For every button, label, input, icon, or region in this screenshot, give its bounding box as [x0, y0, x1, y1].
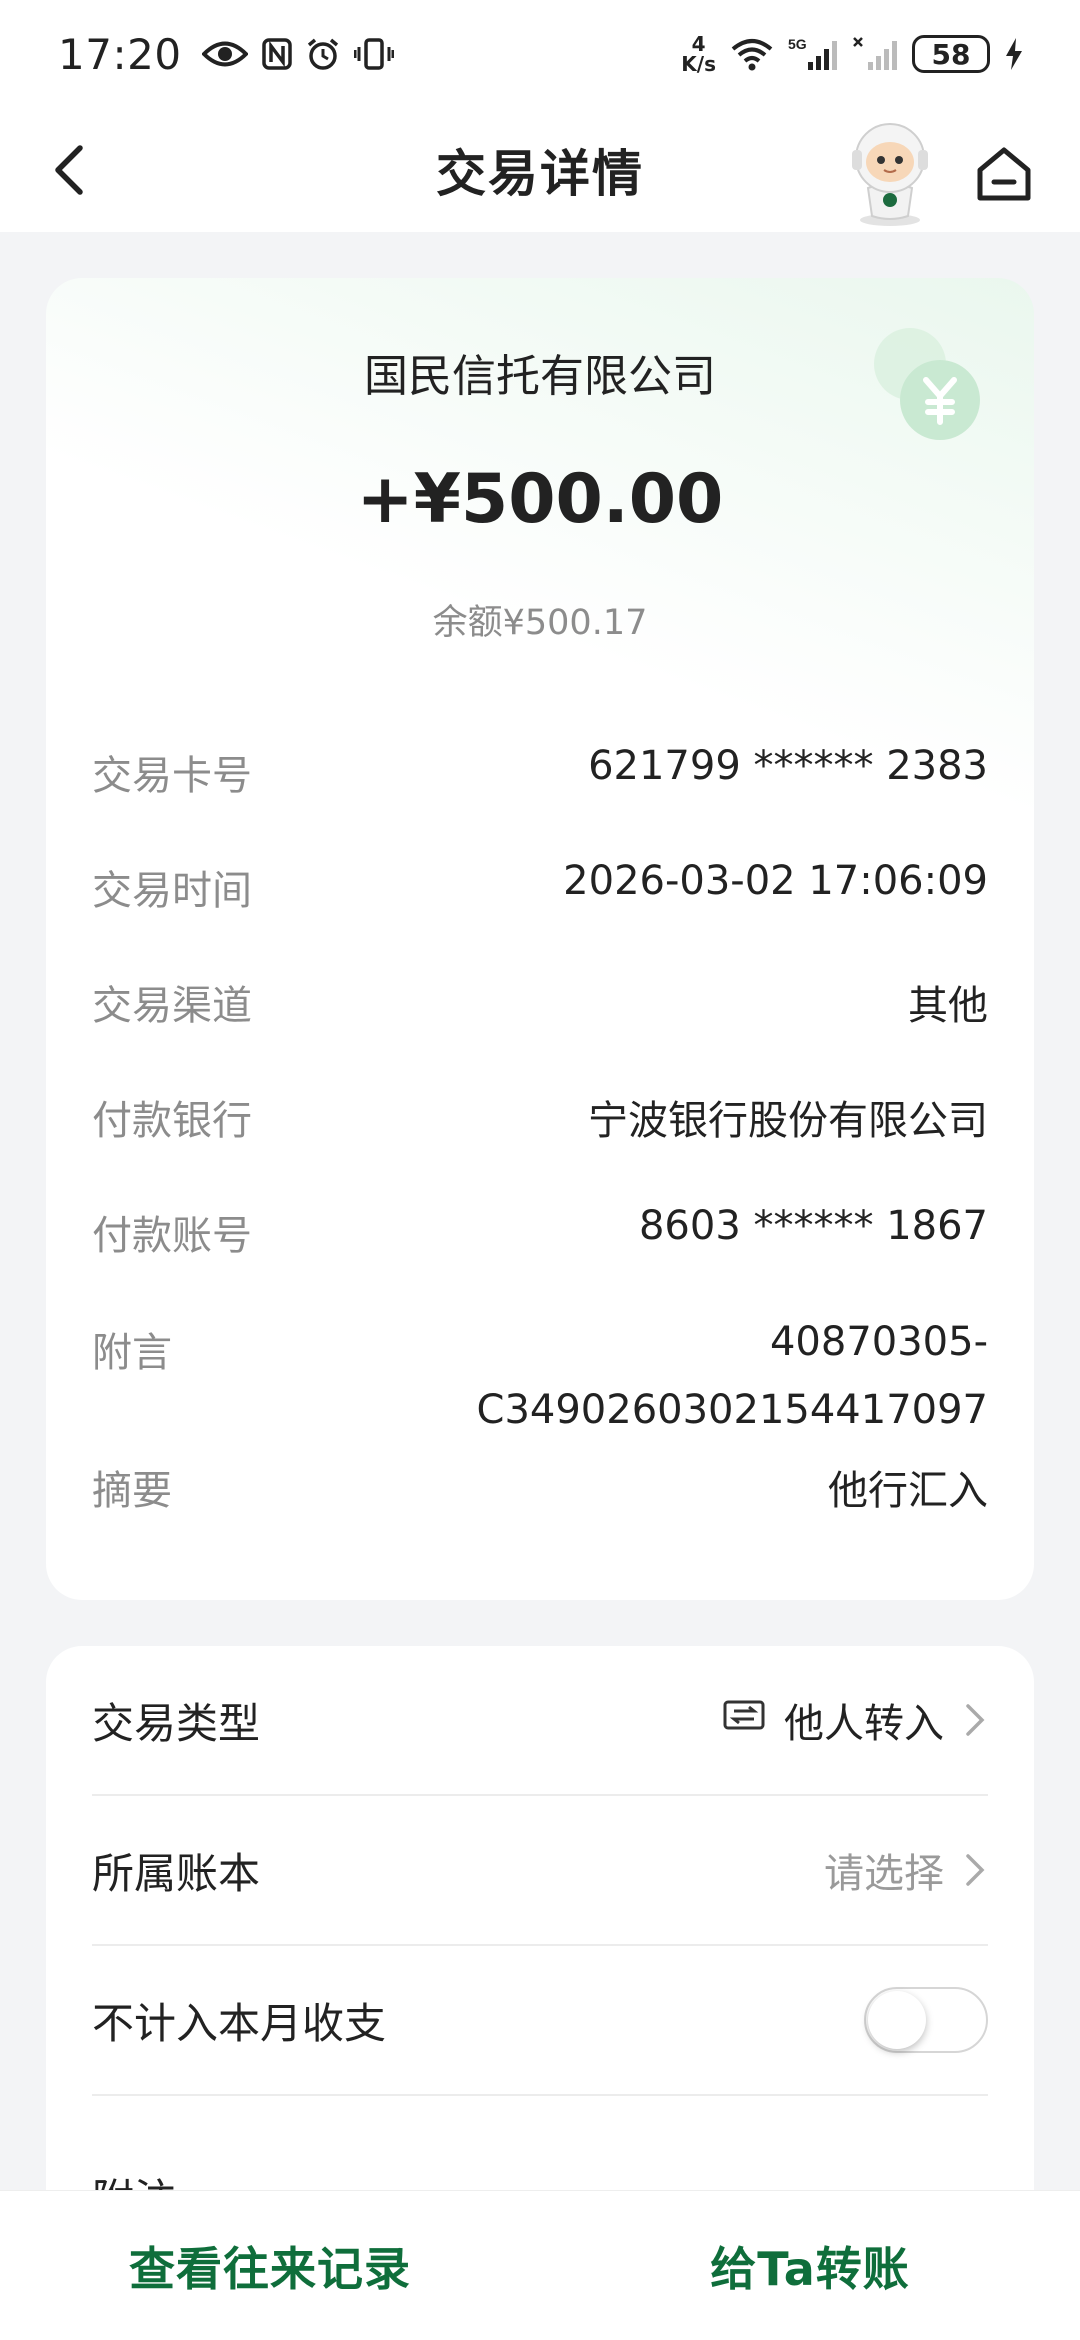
detail-label: 交易卡号 — [92, 753, 252, 799]
account-book-placeholder: 请选择 — [824, 1851, 944, 1897]
toggle-knob — [868, 1991, 926, 2049]
status-bar: 17:20 4 K/s 5G 58 — [0, 0, 1080, 108]
detail-value: 621799 ****** 2383 — [588, 743, 988, 789]
chevron-right-icon — [962, 1850, 988, 1890]
bottom-action-bar: 查看往来记录 给Ta转账 — [0, 2190, 1080, 2340]
wifi-icon — [730, 37, 774, 71]
network-type: 5G — [788, 36, 807, 52]
battery-indicator: 58 — [912, 35, 990, 73]
transfer-icon — [722, 1697, 766, 1743]
home-icon[interactable] — [972, 142, 1036, 206]
transfer-button[interactable]: 给Ta转账 — [540, 2233, 1080, 2299]
detail-label: 摘要 — [92, 1468, 172, 1514]
detail-value: 其他 — [908, 983, 988, 1029]
net-speed-value: 4 — [691, 32, 706, 56]
page-title: 交易详情 — [436, 145, 644, 203]
account-book-label: 所属账本 — [92, 1848, 261, 1898]
exclude-monthly-row: 不计入本月收支 — [92, 1946, 988, 2096]
status-time: 17:20 — [58, 29, 182, 79]
vibrate-icon — [353, 38, 394, 70]
detail-value: 8603 ****** 1867 — [638, 1203, 988, 1249]
back-icon[interactable] — [40, 138, 104, 202]
memo-line-1: 40870305- — [769, 1319, 988, 1365]
transaction-amount: +¥500.00 — [356, 460, 724, 539]
exclude-monthly-toggle[interactable] — [864, 1987, 988, 2053]
status-right: 4 K/s 5G 58 — [681, 34, 1024, 74]
detail-value: 宁波银行股份有限公司 — [588, 1098, 988, 1144]
detail-label: 付款银行 — [92, 1098, 252, 1144]
app-header: 交易详情 — [0, 108, 1080, 232]
status-left: 17:20 — [58, 30, 394, 79]
account-book-row[interactable]: 所属账本 请选择 — [92, 1796, 988, 1946]
transaction-type-value: 他人转入 — [784, 1701, 944, 1747]
eye-icon — [201, 39, 248, 69]
alarm-icon — [306, 37, 340, 71]
account-balance: 余额¥500.17 — [432, 603, 648, 643]
detail-label: 附言 — [92, 1330, 172, 1376]
signal-off-icon — [852, 36, 898, 72]
detail-value: 2026-03-02 17:06:09 — [563, 858, 988, 904]
detail-value: 他行汇入 — [828, 1468, 988, 1514]
net-speed: 4 K/s — [681, 34, 716, 74]
detail-label: 交易渠道 — [92, 983, 252, 1029]
net-speed-unit: K/s — [681, 52, 716, 76]
account-book-selector[interactable]: 请选择 — [824, 1841, 988, 1899]
options-card: 交易类型 他人转入 所属账本 请选择 不计入本月收支 附注 — [46, 1646, 1034, 2266]
chevron-right-icon — [962, 1700, 988, 1740]
memo-line-2: C3490260302154417097 — [476, 1387, 988, 1433]
counterparty-name: 国民信托有限公司 — [364, 351, 716, 402]
mascot-icon[interactable] — [838, 118, 942, 230]
signal-icon: 5G — [788, 36, 838, 72]
transaction-card: 国民信托有限公司 +¥500.00 余额¥500.17 交易卡号 621799 … — [46, 278, 1034, 1600]
transaction-type-row[interactable]: 交易类型 他人转入 — [92, 1646, 988, 1796]
detail-label: 交易时间 — [92, 868, 252, 914]
detail-label: 付款账号 — [92, 1213, 252, 1259]
detail-value: 40870305- C3490260302154417097 — [477, 1308, 988, 1444]
charging-icon — [1004, 37, 1024, 71]
view-history-button[interactable]: 查看往来记录 — [0, 2233, 540, 2299]
transaction-type-selector[interactable]: 他人转入 — [722, 1691, 988, 1749]
exclude-monthly-label: 不计入本月收支 — [92, 1998, 387, 2048]
transaction-type-label: 交易类型 — [92, 1698, 261, 1748]
nfc-icon — [261, 38, 292, 70]
